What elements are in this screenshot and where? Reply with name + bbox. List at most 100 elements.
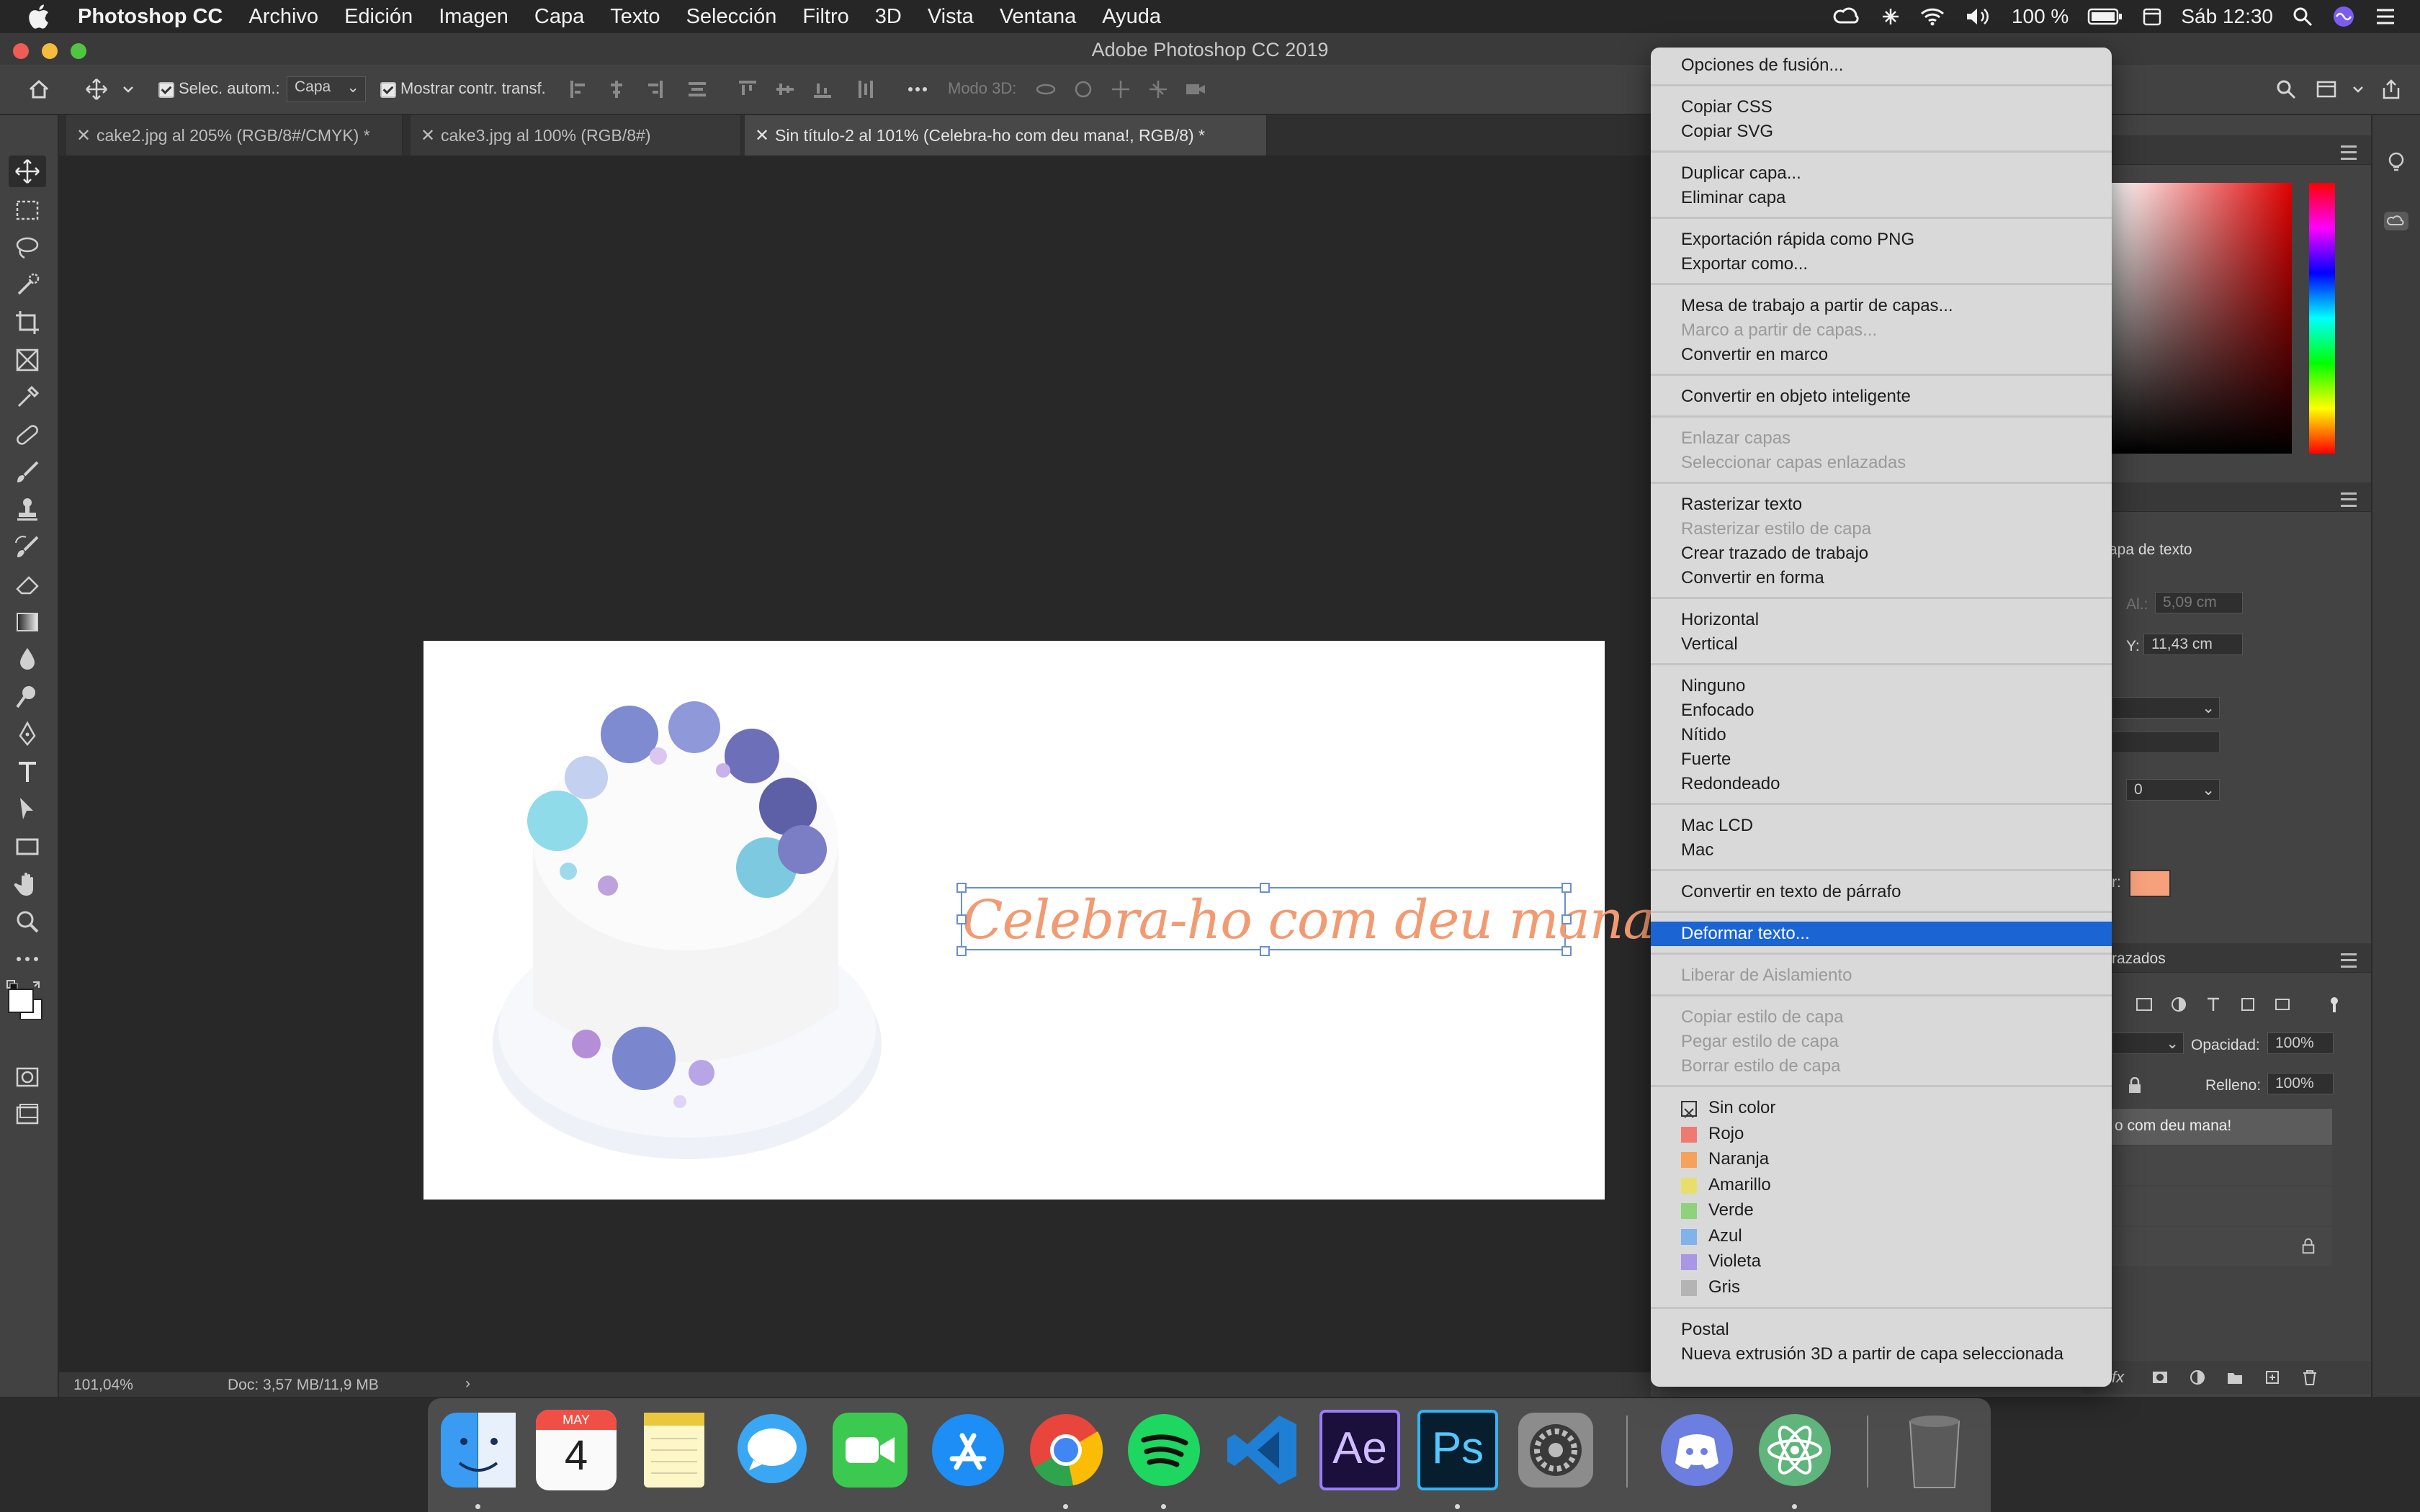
menu-item-convertir-en-forma[interactable]: Convertir en forma — [1651, 566, 2112, 590]
battery-icon[interactable] — [2087, 7, 2123, 26]
blend-mode-dropdown[interactable]: ⌄ — [2112, 1032, 2184, 1054]
text-color-swatch[interactable] — [2129, 870, 2171, 897]
lasso-tool-icon[interactable] — [13, 233, 42, 262]
menu-item-convertir-en-objeto-inteligente[interactable]: Convertir en objeto inteligente — [1651, 384, 2112, 409]
menu-item-color-violeta[interactable]: Violeta — [1651, 1249, 2112, 1274]
height-field[interactable]: 5,09 cm — [2155, 592, 2243, 613]
move-tool[interactable] — [9, 156, 46, 187]
panel-menu-icon[interactable] — [2341, 492, 2357, 507]
creative-cloud-icon[interactable] — [1833, 6, 1862, 27]
distribute-icon[interactable] — [686, 78, 709, 101]
photoshop-icon[interactable]: Ps — [1417, 1410, 1498, 1490]
lock-icon[interactable] — [2126, 1077, 2143, 1094]
add-mask-icon[interactable] — [2151, 1368, 2169, 1387]
tracking-field[interactable]: 0 ⌄ — [2126, 779, 2220, 801]
libraries-cloud-icon[interactable] — [2383, 210, 2410, 232]
y-field[interactable]: 11,43 cm — [2143, 634, 2243, 655]
home-icon[interactable] — [27, 78, 50, 101]
eyedropper-tool-icon[interactable] — [13, 383, 42, 412]
menu-item-convertir-en-marco[interactable]: Convertir en marco — [1651, 343, 2112, 367]
transform-handle[interactable] — [1561, 946, 1572, 956]
type-tool-icon[interactable] — [13, 757, 42, 786]
spotlight-search-icon[interactable] — [2292, 6, 2313, 27]
menu-item-color-azul[interactable]: Azul — [1651, 1224, 2112, 1248]
filter-toggle-icon[interactable] — [2325, 995, 2344, 1014]
app-store-icon[interactable] — [928, 1410, 1008, 1490]
menu-item-convertir-en-texto-de-parrafo[interactable]: Convertir en texto de párrafo — [1651, 880, 2112, 904]
discord-icon[interactable] — [1657, 1410, 1737, 1490]
menu-edicion[interactable]: Edición — [344, 5, 413, 29]
fill-field[interactable]: 100% — [2267, 1073, 2334, 1094]
menu-item-duplicar-capa[interactable]: Duplicar capa... — [1651, 161, 2112, 186]
crop-tool-icon[interactable] — [13, 308, 42, 337]
3d-roll-icon[interactable] — [1072, 78, 1095, 101]
tab-cake3[interactable]: ✕ cake3.jpg al 100% (RGB/8#) — [411, 115, 741, 156]
menu-texto[interactable]: Texto — [610, 5, 660, 29]
color-swatches-icon[interactable] — [6, 979, 46, 1020]
zoom-level[interactable]: 101,04% — [73, 1377, 133, 1394]
workspace-icon[interactable] — [2315, 78, 2338, 101]
network-icon[interactable] — [1881, 6, 1901, 27]
screen-mode-icon[interactable] — [13, 1100, 42, 1129]
align-middle-v-icon[interactable] — [774, 78, 797, 101]
history-brush-tool-icon[interactable] — [13, 533, 42, 562]
menu-imagen[interactable]: Imagen — [439, 5, 508, 29]
trash-icon[interactable] — [1894, 1410, 1975, 1490]
menu-item-color-amarillo[interactable]: Amarillo — [1651, 1173, 2112, 1197]
new-adjustment-icon[interactable] — [2188, 1368, 2207, 1387]
menu-item-crear-trazado-de-trabajo[interactable]: Crear trazado de trabajo — [1651, 541, 2112, 566]
share-icon[interactable] — [2380, 78, 2403, 101]
wifi-icon[interactable] — [1919, 6, 1945, 27]
finder-icon[interactable] — [438, 1410, 519, 1490]
auto-select-checkbox[interactable] — [158, 82, 174, 98]
menu-seleccion[interactable]: Selección — [686, 5, 777, 29]
menu-item-copiar-svg[interactable]: Copiar SVG — [1651, 120, 2112, 144]
after-effects-icon[interactable]: Ae — [1319, 1410, 1400, 1490]
opacity-field[interactable]: 100% — [2267, 1032, 2334, 1054]
menu-vista[interactable]: Vista — [928, 5, 974, 29]
hand-tool-icon[interactable] — [13, 870, 42, 899]
rectangle-tool-icon[interactable] — [13, 832, 42, 861]
notes-icon[interactable] — [634, 1410, 714, 1490]
quick-mask-icon[interactable] — [13, 1063, 42, 1092]
menu-item-deformar-texto[interactable]: Deformar texto... — [1651, 922, 2112, 946]
chevron-down-icon[interactable] — [2351, 78, 2365, 101]
battery-percent[interactable]: 100 % — [2012, 5, 2069, 28]
menu-item-mac-lcd[interactable]: Mac LCD — [1651, 814, 2112, 838]
image-filter-icon[interactable] — [2135, 995, 2154, 1014]
close-tab-icon[interactable]: ✕ — [421, 125, 435, 146]
menu-item-redondeado[interactable]: Redondeado — [1651, 772, 2112, 796]
hue-slider[interactable] — [2309, 183, 2335, 454]
edit-toolbar-icon[interactable] — [13, 945, 42, 973]
color-picker-field[interactable] — [2112, 183, 2292, 454]
align-left-icon[interactable] — [568, 78, 591, 101]
3d-slide-icon[interactable] — [1147, 78, 1170, 101]
new-layer-icon[interactable] — [2263, 1368, 2282, 1387]
menu-item-opciones-de-fusion[interactable]: Opciones de fusión... — [1651, 53, 2112, 78]
transform-handle[interactable] — [1561, 883, 1572, 893]
menu-item-exportacion-rapida-como-png[interactable]: Exportación rápida como PNG — [1651, 228, 2112, 252]
document-canvas[interactable]: Celebra-ho com deu mana! — [424, 641, 1675, 1200]
frame-tool-icon[interactable] — [13, 346, 42, 374]
transform-handle[interactable] — [1260, 946, 1270, 956]
align-right-icon[interactable] — [642, 78, 666, 101]
transform-handle[interactable] — [956, 946, 967, 956]
notification-center-icon[interactable] — [2374, 6, 2397, 27]
move-tool-preset-icon[interactable] — [85, 78, 108, 101]
menu-item-ninguno[interactable]: Ninguno — [1651, 674, 2112, 698]
transform-handle[interactable] — [1260, 883, 1270, 893]
menu-item-eliminar-capa[interactable]: Eliminar capa — [1651, 186, 2112, 210]
text-layer-content[interactable]: Celebra-ho com deu mana! — [962, 888, 1675, 952]
canvas-area[interactable]: Celebra-ho com deu mana! — [59, 156, 1675, 1372]
brush-tool-icon[interactable] — [13, 458, 42, 487]
transform-handle[interactable] — [956, 883, 967, 893]
learn-lightbulb-icon[interactable] — [2384, 150, 2408, 174]
siri-icon[interactable] — [2332, 5, 2355, 28]
3d-orbit-icon[interactable] — [1034, 78, 1057, 101]
apple-icon[interactable] — [26, 2, 55, 31]
shape-filter-icon[interactable] — [2238, 995, 2257, 1014]
menu-item-mesa-de-trabajo-a-partir-de-capas[interactable]: Mesa de trabajo a partir de capas... — [1651, 294, 2112, 318]
dodge-tool-icon[interactable] — [13, 683, 42, 711]
blur-tool-icon[interactable] — [13, 645, 42, 674]
tab-sin-titulo-2[interactable]: ✕ Sin título-2 al 101% (Celebra-ho com d… — [745, 115, 1267, 156]
